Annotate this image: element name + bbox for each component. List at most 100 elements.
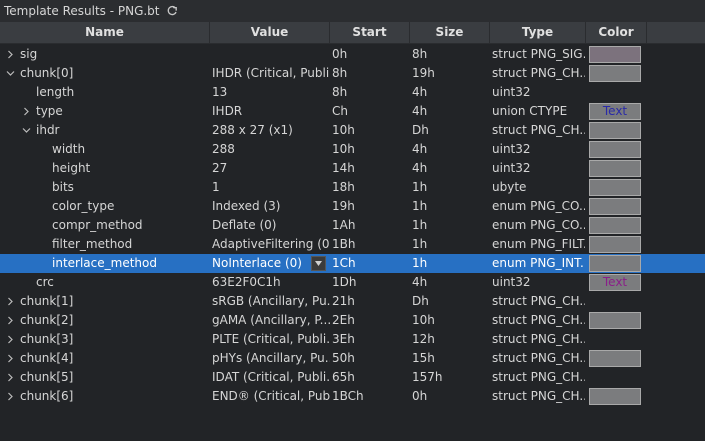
chevron-down-icon[interactable] (5, 64, 15, 83)
row-name: type (36, 104, 63, 118)
row-type: enum PNG_INT... (492, 256, 585, 270)
row-type: union CTYPE (492, 104, 568, 118)
color-swatch[interactable] (589, 141, 641, 158)
refresh-icon[interactable] (166, 5, 178, 17)
row-start: 1Ch (332, 256, 356, 270)
table-row[interactable]: width 288 10h 4h uint32 (0, 140, 705, 159)
row-size: Dh (412, 294, 429, 308)
chevron-right-icon[interactable] (5, 387, 15, 406)
table-row[interactable]: chunk[6] END® (Critical, Pub... 1BCh 0h stru… (0, 387, 705, 406)
column-header: Name Value Start Size Type Color (0, 22, 705, 44)
color-swatch[interactable] (589, 65, 641, 82)
row-size: 10h (412, 313, 435, 327)
row-value: PLTE (Critical, Publi... (212, 332, 330, 346)
color-swatch[interactable] (589, 350, 641, 367)
row-type: uint32 (492, 85, 531, 99)
table-row[interactable]: ihdr 288 x 27 (x1) 10h Dh struct PNG_CH... (0, 121, 705, 140)
row-name: color_type (52, 199, 115, 213)
row-type: ubyte (492, 180, 527, 194)
table-row[interactable]: filter_method AdaptiveFiltering (0) 1Bh 1h e… (0, 235, 705, 254)
row-size: 4h (412, 142, 428, 156)
row-start: Ch (332, 104, 348, 118)
color-swatch[interactable]: Text (589, 274, 641, 291)
row-size: 12h (412, 332, 435, 346)
table-row[interactable]: length 13 8h 4h uint32 (0, 83, 705, 102)
table-row[interactable]: compr_method Deflate (0) 1Ah 1h enum PNG_CO.… (0, 216, 705, 235)
chevron-right-icon[interactable] (5, 349, 15, 368)
color-swatch[interactable] (589, 179, 641, 196)
row-value: 63E2F0C1h (212, 275, 281, 289)
row-name: length (36, 85, 75, 99)
row-size: 157h (412, 370, 443, 384)
column-header-type[interactable]: Type (490, 22, 586, 43)
row-name: crc (36, 275, 54, 289)
row-value: AdaptiveFiltering (0) (212, 237, 330, 251)
row-size: 1h (412, 218, 428, 232)
row-type: enum PNG_CO... (492, 199, 585, 213)
chevron-down-icon[interactable] (21, 121, 31, 140)
table-row[interactable]: height 27 14h 4h uint32 (0, 159, 705, 178)
row-size: 4h (412, 85, 428, 99)
row-value (212, 45, 330, 64)
row-type: uint32 (492, 275, 531, 289)
row-type: struct PNG_CH... (492, 332, 585, 346)
table-row[interactable]: chunk[3] PLTE (Critical, Publi... 3Eh 12h st… (0, 330, 705, 349)
table-row[interactable]: chunk[4] pHYs (Ancillary, Pu... 50h 15h stru… (0, 349, 705, 368)
row-start: 10h (332, 123, 355, 137)
row-name: ihdr (36, 123, 60, 137)
chevron-right-icon[interactable] (5, 311, 15, 330)
row-start: 1Ah (332, 218, 356, 232)
panel-titlebar: Template Results - PNG.bt (0, 0, 705, 22)
row-size: Dh (412, 123, 429, 137)
color-swatch[interactable] (589, 388, 641, 405)
column-header-name[interactable]: Name (0, 22, 210, 43)
color-swatch[interactable] (589, 198, 641, 215)
row-name: chunk[2] (20, 313, 74, 327)
row-value: gAMA (Ancillary, P... (212, 313, 330, 327)
row-size: 15h (412, 351, 435, 365)
row-value: Deflate (0) (212, 218, 277, 232)
chevron-right-icon[interactable] (5, 368, 15, 387)
table-row[interactable]: chunk[2] gAMA (Ancillary, P... 2Eh 10h struc… (0, 311, 705, 330)
column-header-start[interactable]: Start (330, 22, 410, 43)
table-row[interactable]: color_type Indexed (3) 19h 1h enum PNG_CO... (0, 197, 705, 216)
column-header-value[interactable]: Value (210, 22, 330, 43)
row-value: Indexed (3) (212, 199, 281, 213)
value-dropdown-button[interactable] (311, 256, 326, 271)
dropdown-arrow-icon (315, 261, 322, 266)
row-size: 4h (412, 161, 428, 175)
color-swatch[interactable] (589, 312, 641, 329)
row-size: 4h (412, 104, 428, 118)
row-value: 288 (212, 142, 235, 156)
color-swatch[interactable] (589, 236, 641, 253)
color-swatch[interactable] (589, 46, 641, 63)
table-row[interactable]: chunk[5] IDAT (Critical, Publi... 65h 157h s… (0, 368, 705, 387)
color-swatch[interactable]: Text (589, 103, 641, 120)
table-row[interactable]: chunk[1] sRGB (Ancillary, Pu... 21h Dh struc… (0, 292, 705, 311)
color-swatch[interactable] (589, 255, 641, 272)
chevron-right-icon[interactable] (5, 330, 15, 349)
row-name: interlace_method (52, 256, 157, 270)
row-type: struct PNG_CH... (492, 123, 585, 137)
column-header-color[interactable]: Color (586, 22, 647, 43)
table-row[interactable]: type IHDR Ch 4h union CTYPE Text (0, 102, 705, 121)
table-row[interactable]: bits 1 18h 1h ubyte (0, 178, 705, 197)
table-row[interactable]: interlace_method NoInterlace (0) 1Ch 1h enum… (0, 254, 705, 273)
column-header-size[interactable]: Size (410, 22, 490, 43)
row-name: height (52, 161, 91, 175)
table-row[interactable]: chunk[0] IHDR (Critical, Publi... 8h 19h str… (0, 64, 705, 83)
table-row[interactable]: sig 0h 8h struct PNG_SIG... (0, 45, 705, 64)
table-row[interactable]: crc 63E2F0C1h 1Dh 4h uint32 Text (0, 273, 705, 292)
row-start: 1Bh (332, 237, 356, 251)
color-swatch[interactable] (589, 122, 641, 139)
chevron-right-icon[interactable] (5, 45, 15, 64)
row-type: struct PNG_SIG... (492, 47, 585, 61)
chevron-right-icon[interactable] (5, 292, 15, 311)
row-start: 1Dh (332, 275, 357, 289)
chevron-right-icon[interactable] (21, 102, 31, 121)
color-swatch[interactable] (589, 160, 641, 177)
color-swatch[interactable] (589, 217, 641, 234)
row-start: 19h (332, 199, 355, 213)
row-start: 65h (332, 370, 355, 384)
row-value: IHDR (Critical, Publi... (212, 66, 330, 80)
